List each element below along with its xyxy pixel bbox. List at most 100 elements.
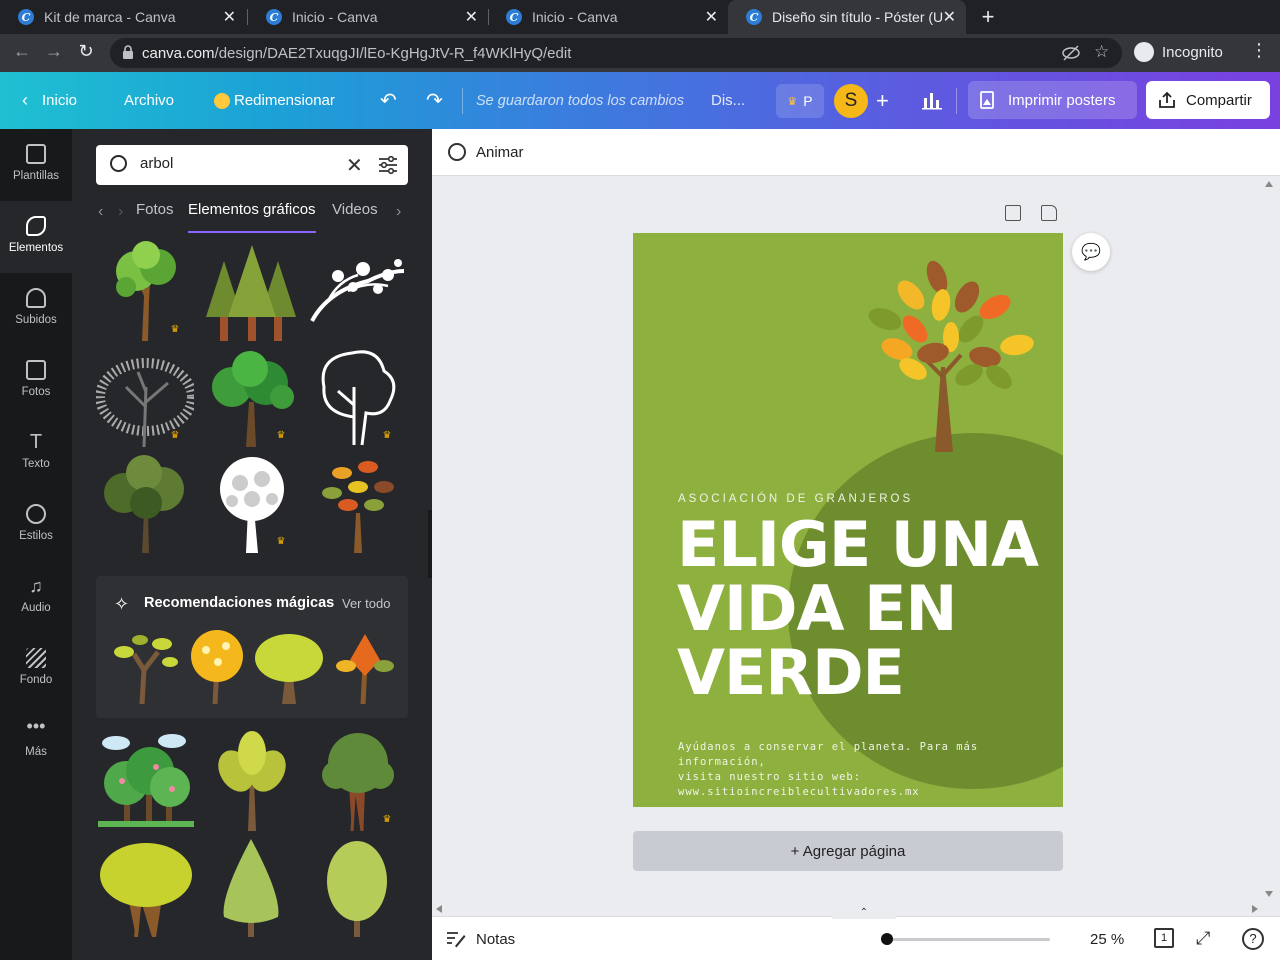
close-tab-icon[interactable]: ✕: [943, 7, 956, 27]
forward-arrow-icon[interactable]: →: [42, 41, 66, 62]
notes-icon: [447, 932, 466, 948]
tree-graphic[interactable]: [96, 837, 194, 938]
search-input[interactable]: [140, 155, 340, 172]
pages-button[interactable]: 1: [1154, 928, 1174, 948]
canva-favicon-icon: C: [746, 9, 762, 25]
home-button[interactable]: ‹ Inicio: [22, 72, 77, 129]
incognito-indicator[interactable]: Incognito: [1134, 42, 1223, 62]
tree-graphic[interactable]: ♛: [308, 731, 406, 832]
redo-icon[interactable]: ↷: [426, 72, 443, 129]
duplicate-page-icon[interactable]: [1005, 205, 1021, 221]
rail-item-photos[interactable]: Fotos: [0, 345, 72, 417]
tree-graphic[interactable]: [308, 837, 406, 937]
resize-button[interactable]: Redimensionar: [214, 72, 335, 129]
rail-item-elements[interactable]: Elementos: [0, 201, 72, 273]
rail-item-background[interactable]: Fondo: [0, 633, 72, 705]
animate-button[interactable]: Animar: [476, 144, 524, 161]
tree-graphic[interactable]: ♛: [202, 347, 300, 447]
tree-graphic[interactable]: [96, 453, 194, 553]
tab-graphic-elements[interactable]: Elementos gráficos: [188, 201, 316, 233]
reload-icon[interactable]: ↻: [74, 41, 98, 62]
tree-graphic[interactable]: ♛: [96, 347, 197, 448]
tree-graphic[interactable]: [110, 630, 180, 704]
tree-graphic[interactable]: [308, 453, 406, 553]
autumn-tree-icon: [322, 461, 394, 553]
browser-tab[interactable]: C Kit de marca - Canva ✕: [0, 0, 246, 34]
crown-icon: ♛: [166, 429, 184, 443]
rail-item-uploads[interactable]: Subidos: [0, 273, 72, 345]
new-tab-button[interactable]: +: [976, 4, 1000, 30]
incognito-label: Incognito: [1162, 43, 1223, 61]
vertical-scrollbar[interactable]: [1264, 179, 1274, 899]
rail-item-audio[interactable]: ♫ Audio: [0, 561, 72, 633]
zoom-level[interactable]: 25 %: [1090, 931, 1124, 948]
share-button[interactable]: Compartir: [1146, 81, 1270, 119]
address-bar[interactable]: canva.com/design/DAE2TxuqgJI/lEo-KgHgJtV…: [110, 38, 1122, 68]
tab-photos[interactable]: Fotos: [136, 201, 174, 233]
clear-search-icon[interactable]: ✕: [346, 153, 363, 178]
filter-icon[interactable]: [378, 155, 398, 175]
chevron-up-icon[interactable]: ⌃: [832, 907, 896, 919]
tree-graphic[interactable]: [252, 630, 326, 704]
rail-item-styles[interactable]: Estilos: [0, 489, 72, 561]
pine-trees-icon: [206, 245, 296, 341]
print-posters-button[interactable]: Imprimir posters: [968, 81, 1137, 119]
rail-item-templates[interactable]: Plantillas: [0, 129, 72, 201]
autumn-tree-graphic[interactable]: [857, 257, 1037, 452]
browser-menu-icon[interactable]: ⋮: [1250, 40, 1268, 61]
poster-page[interactable]: ASOCIACIÓN DE GRANJEROS ELIGE UNA VIDA E…: [633, 233, 1063, 807]
zoom-slider-knob[interactable]: [881, 933, 893, 945]
animate-icon: [448, 143, 466, 161]
tree-graphic[interactable]: ♛: [202, 453, 300, 553]
analytics-icon[interactable]: [922, 90, 942, 110]
chevron-left-icon: ‹: [22, 90, 28, 110]
star-bookmark-icon[interactable]: ☆: [1094, 42, 1109, 62]
rail-item-more[interactable]: ••• Más: [0, 705, 72, 777]
pro-button[interactable]: ♛ P: [776, 84, 824, 118]
crown-icon: ♛: [378, 813, 396, 827]
design-name[interactable]: Dis...: [711, 72, 745, 129]
add-page-button[interactable]: + Agregar página: [633, 831, 1063, 871]
tree-graphic[interactable]: [202, 731, 300, 831]
see-all-link[interactable]: Ver todo: [342, 596, 390, 611]
tree-graphic[interactable]: [202, 241, 300, 341]
poster-headline[interactable]: ELIGE UNA VIDA EN VERDE: [677, 513, 1039, 705]
tab-videos[interactable]: Videos: [332, 201, 378, 233]
browser-toolbar: ← → ↻ canva.com/design/DAE2TxuqgJI/lEo-K…: [0, 34, 1280, 72]
url-text: canva.com/design/DAE2TxuqgJI/lEo-KgHgJtV…: [142, 45, 572, 62]
notes-button[interactable]: Notas: [476, 931, 515, 948]
close-tab-icon[interactable]: ✕: [705, 7, 718, 27]
tree-graphic[interactable]: [308, 241, 406, 341]
tab-title: Inicio - Canva: [292, 9, 378, 25]
tree-graphic[interactable]: [96, 731, 194, 831]
upload-icon: [26, 288, 46, 308]
browser-tab-active[interactable]: C Diseño sin título - Póster (U ✕: [728, 0, 966, 34]
help-button[interactable]: ?: [1242, 928, 1264, 950]
undo-icon[interactable]: ↶: [380, 72, 397, 129]
close-tab-icon[interactable]: ✕: [223, 7, 236, 27]
back-arrow-icon[interactable]: ←: [10, 41, 34, 62]
add-page-icon[interactable]: [1041, 205, 1057, 221]
close-tab-icon[interactable]: ✕: [465, 7, 478, 27]
avatar[interactable]: S: [834, 84, 868, 118]
crown-icon: [214, 92, 230, 109]
browser-tab[interactable]: C Inicio - Canva ✕: [248, 0, 488, 34]
zoom-slider[interactable]: [881, 933, 1050, 945]
poster-kicker[interactable]: ASOCIACIÓN DE GRANJEROS: [678, 493, 913, 505]
eye-off-icon[interactable]: [1062, 45, 1080, 61]
tree-graphic[interactable]: [182, 630, 252, 704]
tree-graphic[interactable]: [202, 837, 300, 937]
tree-graphic[interactable]: ♛: [308, 347, 406, 447]
chevron-right-icon[interactable]: ›: [396, 203, 401, 221]
tree-graphic[interactable]: ♛: [96, 241, 194, 341]
rail-item-text[interactable]: T Texto: [0, 417, 72, 489]
browser-tab[interactable]: C Inicio - Canva ✕: [488, 0, 728, 34]
tree-graphic[interactable]: [330, 630, 400, 704]
fullscreen-icon[interactable]: ⤢: [1196, 928, 1210, 949]
file-menu-button[interactable]: Archivo: [124, 72, 174, 129]
chevron-left-icon[interactable]: ‹: [98, 203, 103, 221]
poster-body-text[interactable]: Ayúdanos a conservar el planeta. Para má…: [678, 740, 1063, 800]
editor-toolbar: Animar: [432, 129, 1280, 176]
add-collaborator-icon[interactable]: +: [876, 72, 889, 129]
add-comment-button[interactable]: 💬: [1072, 233, 1110, 271]
